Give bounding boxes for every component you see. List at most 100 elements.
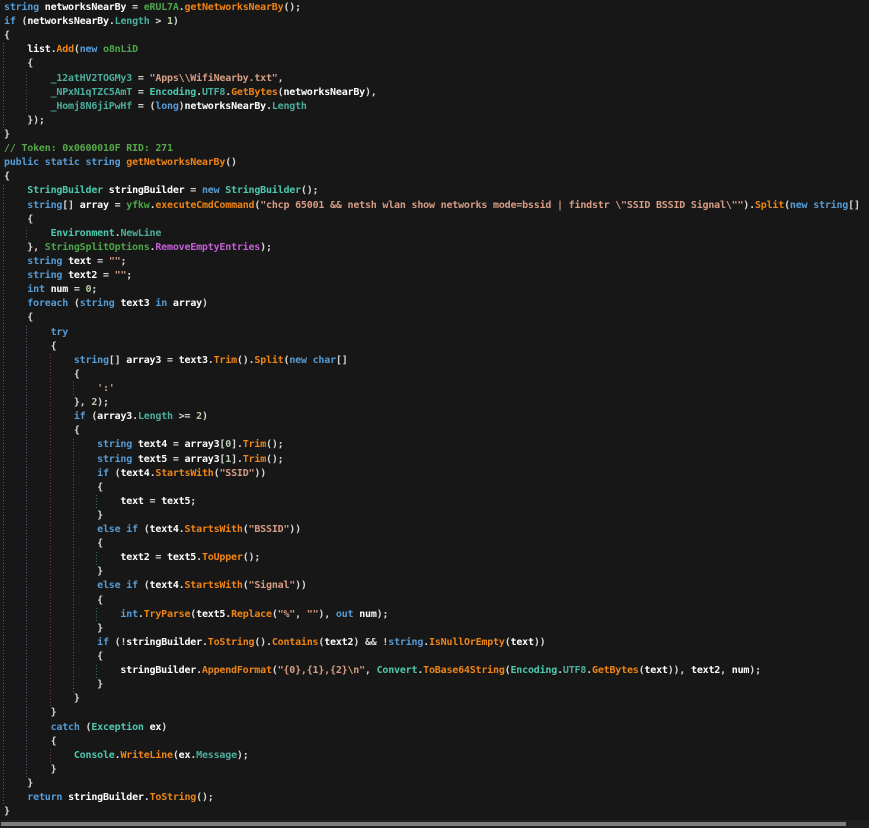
code-viewport[interactable]: string networksNearBy = eRUL7A.getNetwor… — [0, 0, 869, 820]
code-line[interactable]: else if (text4.StartsWith("BSSID")) — [4, 523, 869, 537]
code-token — [4, 792, 27, 803]
code-line[interactable]: { — [4, 57, 869, 71]
code-token: (); — [196, 792, 213, 803]
code-line[interactable]: Environment.NewLine — [4, 227, 869, 241]
code-token: (! — [109, 637, 126, 648]
code-token — [4, 87, 51, 98]
code-line[interactable]: } — [4, 692, 869, 706]
code-token: stringBuilder — [109, 185, 185, 196]
code-line[interactable]: text = text5; — [4, 495, 869, 509]
code-line[interactable]: _12atHV2TOGMy3 = "Apps\\WifiNearby.txt", — [4, 72, 869, 86]
code-line[interactable]: { — [4, 537, 869, 551]
code-token: [] — [848, 200, 860, 211]
code-line[interactable]: stringBuilder.AppendFormat("{0},{1},{2}\… — [4, 664, 869, 678]
code-token: string — [4, 2, 39, 13]
code-line[interactable]: } — [4, 128, 869, 142]
code-token: if — [4, 16, 16, 27]
code-line[interactable]: } — [4, 622, 869, 636]
code-line[interactable]: { — [4, 735, 869, 749]
code-line[interactable]: text2 = text5.ToUpper(); — [4, 551, 869, 565]
code-line[interactable]: { — [4, 650, 869, 664]
code-line[interactable]: try — [4, 326, 869, 340]
horizontal-scrollbar-thumb[interactable] — [1, 822, 846, 826]
code-line[interactable]: } — [4, 706, 869, 720]
code-token: "SSID" — [219, 468, 254, 479]
code-line[interactable]: if (array3.Length >= 2) — [4, 410, 869, 424]
code-token: else if — [97, 524, 138, 535]
code-token: = — [161, 355, 178, 366]
code-token: return — [27, 792, 62, 803]
code-line[interactable]: if (!stringBuilder.ToString().Contains(t… — [4, 636, 869, 650]
code-token: getNetworksNearBy — [126, 157, 225, 168]
code-line[interactable]: string text = ""; — [4, 255, 869, 269]
code-line[interactable]: { — [4, 594, 869, 608]
code-token: StartsWith — [184, 524, 242, 535]
code-line[interactable]: { — [4, 368, 869, 382]
code-token: string — [74, 355, 109, 366]
code-token: [] — [109, 355, 126, 366]
code-line[interactable]: { — [4, 29, 869, 43]
code-line[interactable]: } — [4, 805, 869, 819]
code-token: = — [109, 200, 126, 211]
code-line[interactable]: foreach (string text3 in array) — [4, 297, 869, 311]
code-line[interactable]: int num = 0; — [4, 283, 869, 297]
code-line[interactable]: string text2 = ""; — [4, 269, 869, 283]
code-line[interactable]: }, StringSplitOptions.RemoveEmptyEntries… — [4, 241, 869, 255]
code-line[interactable]: { — [4, 170, 869, 184]
code-token: out — [336, 609, 353, 620]
code-token: } — [4, 764, 56, 775]
code-line[interactable]: } — [4, 777, 869, 791]
code-line[interactable]: return stringBuilder.ToString(); — [4, 791, 869, 805]
code-token: Trim — [243, 454, 266, 465]
code-line[interactable]: } — [4, 509, 869, 523]
horizontal-scrollbar[interactable] — [0, 820, 869, 828]
code-line[interactable]: // Token: 0x0600010F RID: 271 — [4, 142, 869, 156]
code-token: , — [720, 665, 732, 676]
code-line[interactable]: string[] array = yfkw.executeCmdCommand(… — [4, 199, 869, 213]
code-line[interactable]: string text5 = array3[1].Trim(); — [4, 453, 869, 467]
code-line[interactable]: _Homj8N6jiPwHf = (long)networksNearBy.Le… — [4, 100, 869, 114]
code-token: (); — [243, 552, 260, 563]
code-line[interactable]: list.Add(new o8nLiD — [4, 43, 869, 57]
code-line[interactable]: int.TryParse(text5.Replace("%", ""), out… — [4, 608, 869, 622]
code-line[interactable]: }); — [4, 114, 869, 128]
code-line[interactable]: } — [4, 565, 869, 579]
code-token: _NPxN1qTZC5AmT — [51, 87, 133, 98]
code-line[interactable]: StringBuilder stringBuilder = new String… — [4, 184, 869, 198]
code-line[interactable]: string[] array3 = text3.Trim().Split(new… — [4, 354, 869, 368]
code-line[interactable]: if (networksNearBy.Length > 1) — [4, 15, 869, 29]
code-token: } — [4, 707, 56, 718]
code-token — [4, 200, 27, 211]
code-line[interactable]: _NPxN1qTZC5AmT = Encoding.UTF8.GetBytes(… — [4, 86, 869, 100]
code-line[interactable]: { — [4, 424, 869, 438]
code-token: { — [4, 341, 56, 352]
code-line[interactable]: Console.WriteLine(ex.Message); — [4, 749, 869, 763]
code-line[interactable]: catch (Exception ex) — [4, 721, 869, 735]
code-line[interactable]: public static string getNetworksNearBy() — [4, 156, 869, 170]
code-line[interactable]: if (text4.StartsWith("SSID")) — [4, 467, 869, 481]
code-line[interactable]: } — [4, 678, 869, 692]
code-token: }, — [4, 397, 91, 408]
code-line[interactable]: } — [4, 763, 869, 777]
code-token: WriteLine — [120, 750, 172, 761]
code-line[interactable]: string networksNearBy = eRUL7A.getNetwor… — [4, 1, 869, 15]
code-token: = — [68, 284, 85, 295]
code-line[interactable]: }, 2); — [4, 396, 869, 410]
code-token: Replace — [231, 609, 272, 620]
code-line[interactable]: { — [4, 481, 869, 495]
code-token: text5 — [138, 454, 167, 465]
code-token: }, — [4, 242, 45, 253]
code-token — [4, 496, 120, 507]
code-line[interactable]: { — [4, 311, 869, 325]
code-token: StringBuilder — [225, 185, 301, 196]
code-token: text2 — [324, 637, 353, 648]
code-token: int — [120, 609, 137, 620]
code-token: )) — [534, 637, 546, 648]
code-line[interactable]: else if (text4.StartsWith("Signal")) — [4, 579, 869, 593]
code-line[interactable]: string text4 = array3[0].Trim(); — [4, 438, 869, 452]
code-line[interactable]: ':' — [4, 382, 869, 396]
code-line[interactable]: { — [4, 340, 869, 354]
code-token: StringBuilder — [27, 185, 103, 196]
code-token: if — [97, 637, 109, 648]
code-line[interactable]: { — [4, 213, 869, 227]
